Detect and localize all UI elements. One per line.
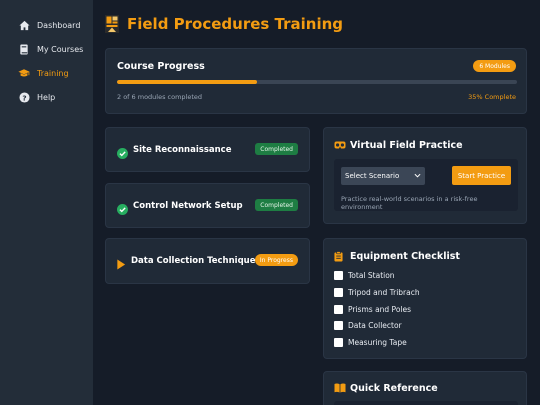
checklist-item[interactable]: Total Station — [334, 271, 395, 280]
virtual-field-practice-card: Virtual Field Practice Select Scenario S… — [323, 127, 527, 224]
module-title: Site Reconnaissance — [133, 145, 232, 155]
check-circle-icon — [117, 144, 128, 159]
sidebar-item-dashboard[interactable]: Dashboard — [0, 15, 93, 35]
checkbox[interactable] — [334, 271, 343, 280]
module-card-data-collection-techniques[interactable]: Data Collection Techniques In Progress — [105, 238, 310, 284]
module-title: Data Collection Techniques — [131, 256, 261, 266]
modules-completed-text: 2 of 6 modules completed — [117, 93, 203, 101]
question-circle-icon: ? — [18, 91, 30, 103]
status-badge: Completed — [255, 199, 298, 211]
graduation-cap-icon — [18, 67, 30, 79]
checklist-item-label: Tripod and Tribrach — [348, 288, 420, 297]
section-title: Equipment Checklist — [350, 251, 460, 262]
sidebar-item-label: Dashboard — [37, 20, 81, 30]
checkbox[interactable] — [334, 288, 343, 297]
course-progress-card: Course Progress 6 Modules 2 of 6 modules… — [105, 48, 527, 114]
sidebar-item-training[interactable]: Training — [0, 63, 93, 83]
progress-bar-fill — [117, 80, 257, 84]
sidebar-item-my-courses[interactable]: My Courses — [0, 39, 93, 59]
progress-percent-text: 35% Complete — [468, 93, 516, 101]
scenario-select-value: Select Scenario — [345, 172, 400, 180]
status-badge: Completed — [255, 143, 298, 155]
page-header: Field Procedures Training — [105, 12, 343, 36]
section-title: Quick Reference — [350, 383, 438, 394]
quick-reference-card: Quick Reference — [323, 371, 527, 405]
module-title: Control Network Setup — [133, 201, 243, 211]
book-icon — [18, 43, 30, 55]
checklist-item-label: Data Collector — [348, 321, 402, 330]
virtual-practice-description: Practice real-world scenarios in a risk-… — [341, 195, 478, 211]
check-circle-icon — [117, 200, 128, 215]
sidebar-item-label: My Courses — [37, 44, 84, 54]
quick-reference-title-row: Quick Reference — [334, 383, 438, 394]
virtual-practice-title-row: Virtual Field Practice — [334, 140, 463, 151]
checklist-item-label: Measuring Tape — [348, 338, 407, 347]
checklist-item[interactable]: Measuring Tape — [334, 338, 407, 347]
sidebar-item-label: Training — [37, 68, 69, 78]
chevron-down-icon — [414, 172, 421, 179]
module-card-control-network-setup[interactable]: Control Network Setup Completed — [105, 183, 310, 228]
checklist-item[interactable]: Prisms and Poles — [334, 305, 411, 314]
course-progress-title: Course Progress — [117, 61, 205, 72]
checklist-item-label: Total Station — [348, 271, 395, 280]
page-title: Field Procedures Training — [127, 15, 344, 33]
field-logo-icon — [105, 15, 119, 33]
sidebar: Dashboard My Courses Training ? Help — [0, 0, 93, 405]
checkbox[interactable] — [334, 338, 343, 347]
start-practice-button[interactable]: Start Practice — [452, 166, 511, 185]
progress-bar — [117, 80, 517, 84]
checklist-item[interactable]: Data Collector — [334, 321, 402, 330]
open-book-icon — [334, 383, 346, 394]
svg-text:?: ? — [22, 93, 26, 102]
scenario-select[interactable]: Select Scenario — [341, 167, 425, 185]
section-title: Virtual Field Practice — [350, 140, 463, 151]
checkbox[interactable] — [334, 305, 343, 314]
module-card-site-reconnaissance[interactable]: Site Reconnaissance Completed — [105, 127, 310, 172]
checklist-item-label: Prisms and Poles — [348, 305, 412, 314]
status-badge: In Progress — [254, 254, 298, 266]
checklist-item[interactable]: Tripod and Tribrach — [334, 288, 420, 297]
equipment-title-row: Equipment Checklist — [334, 251, 460, 262]
vr-headset-icon — [334, 140, 346, 151]
checkbox[interactable] — [334, 321, 343, 330]
modules-count-badge: 6 Modules — [473, 60, 516, 72]
quick-reference-panel — [334, 401, 518, 405]
virtual-practice-panel: Select Scenario Start Practice Practice … — [334, 159, 518, 211]
home-icon — [18, 19, 30, 31]
play-icon — [116, 255, 127, 270]
sidebar-item-label: Help — [37, 92, 56, 102]
sidebar-item-help[interactable]: ? Help — [0, 87, 93, 107]
clipboard-icon — [334, 251, 345, 262]
equipment-checklist-card: Equipment Checklist Total Station Tripod… — [323, 238, 527, 359]
